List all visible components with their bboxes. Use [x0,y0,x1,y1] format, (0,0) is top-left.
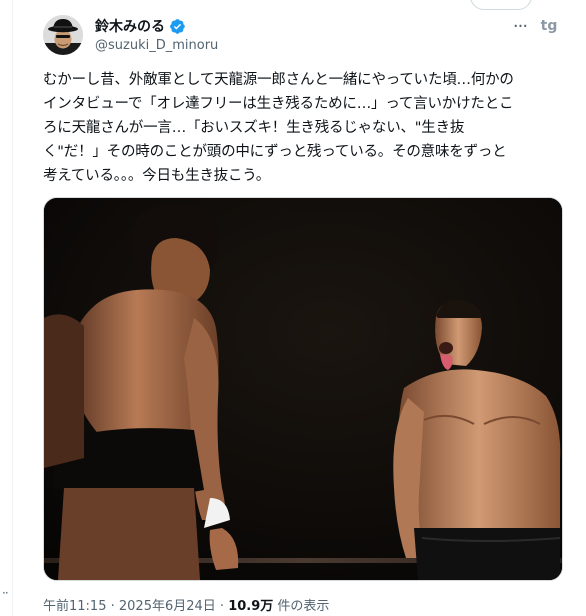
tweet-page: ·· 鈴木みのる @suzuki_D_minoru ··· tg むかーし昔、外… [0,0,586,616]
meta-separator: · [106,599,119,614]
tweet-text-line: むかーし昔、外敵軍として天龍源一郎さんと一緒にやっていた頃…何かの [43,72,514,88]
author-avatar[interactable] [43,15,83,55]
wrestlers-photo-image [44,198,562,580]
tweet-time[interactable]: 午前11:15 [43,599,106,614]
views-count[interactable]: 10.9万 [228,599,273,614]
tweet-text-line: インタビューで「オレ達フリーは生き残るために…」って言いかけたとこ [43,96,514,112]
left-rail-divider [12,0,13,616]
author-display-name[interactable]: 鈴木みのる [95,16,165,36]
verified-badge-icon [170,18,185,34]
views-label: 件の表示 [273,599,330,614]
more-dots-icon[interactable]: ··· [508,14,532,38]
tweet-text-line: く"だ！」その時のことが頭の中にずっと残っている。その意味をずっと [43,144,507,160]
avatar-man-black-hat-icon [43,15,83,55]
tweet-text-line: ろに天龍さんが一言…「おいスズキ！生き残るじゃない、"生き抜 [43,120,465,136]
tweet-text-line: 考えている。。。今日も生き抜こう。 [43,168,271,184]
tweet-meta: 午前11:15 · 2025年6月24日 · 10.9万 件の表示 [43,595,330,614]
top-action-pill[interactable] [470,0,532,10]
left-rail-dots: ·· [2,586,9,600]
tweet-text: むかーし昔、外敵軍として天龍源一郎さんと一緒にやっていた頃…何かの インタビュー… [43,68,561,188]
author-name-row[interactable]: 鈴木みのる [95,16,186,36]
tweet-date[interactable]: 2025年6月24日 [119,599,216,614]
author-handle[interactable]: @suzuki_D_minoru [95,38,218,53]
grok-icon[interactable]: tg [538,14,560,38]
tweet-photo[interactable] [43,197,563,581]
meta-separator: · [215,599,229,614]
